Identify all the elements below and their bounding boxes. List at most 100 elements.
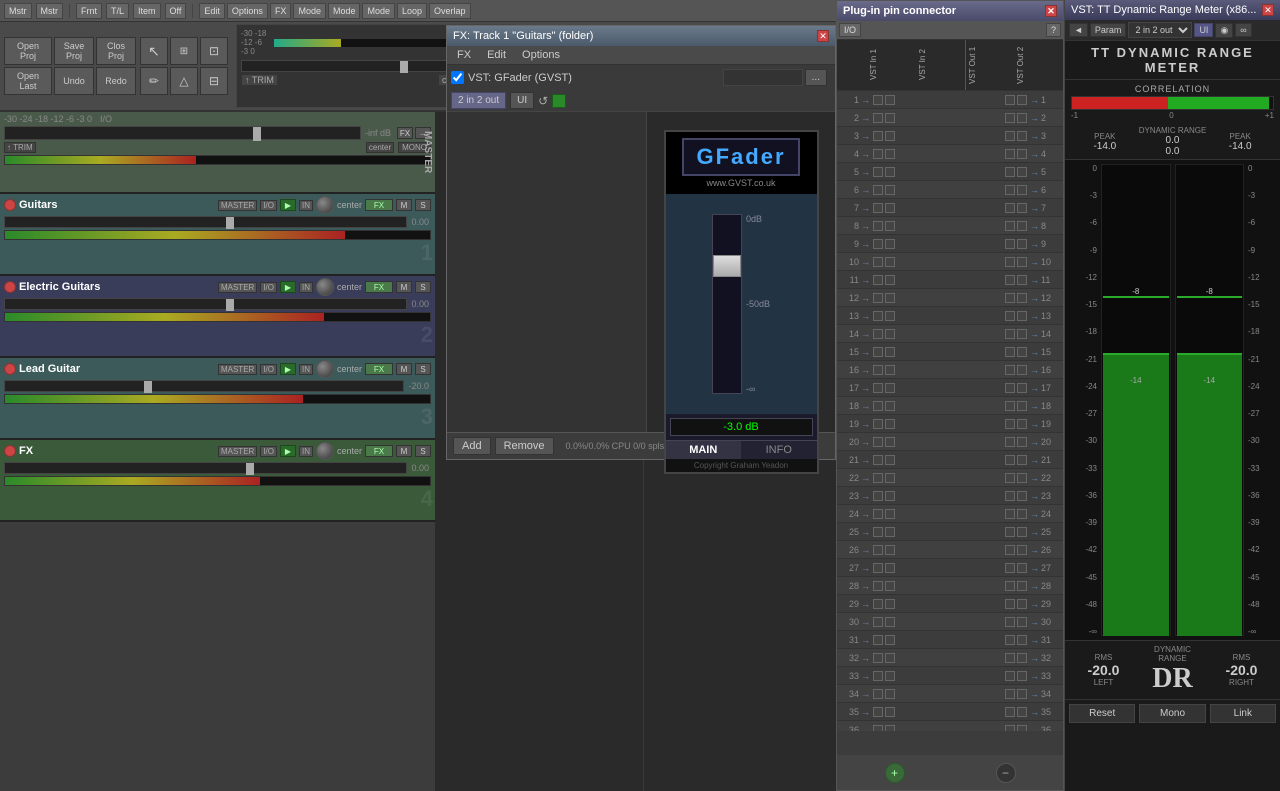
fx-window-close-btn[interactable]: ✕ (817, 30, 829, 42)
pin-dot-right1[interactable] (1005, 131, 1015, 141)
pin-dot-left2[interactable] (885, 545, 895, 555)
off-btn[interactable]: Off (165, 3, 187, 19)
pin-dot-left1[interactable] (873, 437, 883, 447)
pin-dot-right2[interactable] (1017, 599, 1027, 609)
electric-power-btn[interactable] (4, 281, 16, 293)
guitars-play-btn[interactable]: ▶ (280, 199, 296, 211)
fx-add-btn[interactable]: Add (453, 437, 491, 455)
pin-dot-left2[interactable] (885, 221, 895, 231)
pin-dot-left1[interactable] (873, 599, 883, 609)
pin-dot-right1[interactable] (1005, 581, 1015, 591)
pin-dot-right1[interactable] (1005, 491, 1015, 501)
pin-dot-right2[interactable] (1017, 419, 1027, 429)
pin-dot-left2[interactable] (885, 365, 895, 375)
pin-dot-left1[interactable] (873, 563, 883, 573)
pin-dot-left2[interactable] (885, 185, 895, 195)
repeat-tool[interactable]: ⊟ (200, 67, 228, 95)
lead-fader[interactable] (4, 380, 404, 392)
lead-fx-btn[interactable]: FX (365, 363, 393, 375)
pin-dot-left2[interactable] (885, 131, 895, 141)
lead-s-btn[interactable]: S (415, 363, 431, 375)
pin-dot-right2[interactable] (1017, 455, 1027, 465)
pin-dot-left2[interactable] (885, 653, 895, 663)
pin-dot-left2[interactable] (885, 707, 895, 717)
pin-dot-left2[interactable] (885, 455, 895, 465)
dr-mono-icon-btn[interactable]: ◉ (1215, 23, 1233, 38)
pin-dot-left1[interactable] (873, 221, 883, 231)
pin-dot-left1[interactable] (873, 275, 883, 285)
pin-dot-left1[interactable] (873, 545, 883, 555)
pin-dot-left2[interactable] (885, 491, 895, 501)
frnt-btn[interactable]: Frnt (76, 3, 102, 19)
pin-dot-left1[interactable] (873, 113, 883, 123)
pin-dot-right1[interactable] (1005, 275, 1015, 285)
pin-minus-btn[interactable]: − (996, 763, 1016, 783)
pin-dot-left2[interactable] (885, 167, 895, 177)
pin-dot-right1[interactable] (1005, 113, 1015, 123)
guitars-fader-thumb[interactable] (226, 217, 234, 229)
pin-dot-left1[interactable] (873, 689, 883, 699)
pin-dot-right2[interactable] (1017, 653, 1027, 663)
open-proj-btn[interactable]: OpenProj (4, 37, 52, 65)
pin-dot-left2[interactable] (885, 257, 895, 267)
loop-btn[interactable]: Loop (397, 3, 427, 19)
pin-dot-left1[interactable] (873, 131, 883, 141)
pin-dot-right2[interactable] (1017, 725, 1027, 732)
item-btn[interactable]: Item (133, 3, 161, 19)
electric-fader[interactable] (4, 298, 407, 310)
guitars-power-btn[interactable] (4, 199, 16, 211)
guitars-fx-btn[interactable]: FX (365, 199, 393, 211)
pin-dot-left2[interactable] (885, 113, 895, 123)
redo-btn[interactable]: Redo (96, 67, 136, 95)
edit-btn[interactable]: Edit (199, 3, 225, 19)
pin-dot-right1[interactable] (1005, 689, 1015, 699)
pin-dot-left2[interactable] (885, 725, 895, 732)
pin-dot-right2[interactable] (1017, 311, 1027, 321)
pin-dot-right1[interactable] (1005, 365, 1015, 375)
pin-dot-left1[interactable] (873, 149, 883, 159)
plugin-dots-btn[interactable]: ... (805, 69, 827, 86)
pin-dot-right1[interactable] (1005, 167, 1015, 177)
pin-dot-right1[interactable] (1005, 347, 1015, 357)
pin-dot-left1[interactable] (873, 527, 883, 537)
guitars-m-btn[interactable]: M (396, 199, 412, 211)
fx-io-badge[interactable]: I/O (260, 446, 277, 457)
pin-dot-left2[interactable] (885, 383, 895, 393)
dr-meter-close[interactable]: ✕ (1262, 4, 1274, 16)
pin-dot-right2[interactable] (1017, 329, 1027, 339)
trim-tool[interactable]: △ (170, 67, 198, 95)
save-proj-btn[interactable]: SaveProj (54, 37, 94, 65)
mstr-btn2[interactable]: Mstr (36, 3, 64, 19)
pin-dot-right2[interactable] (1017, 221, 1027, 231)
pin-dot-right2[interactable] (1017, 239, 1027, 249)
pin-dot-right1[interactable] (1005, 671, 1015, 681)
plugin-active-indicator[interactable] (552, 94, 566, 108)
pin-dot-left2[interactable] (885, 437, 895, 447)
pin-dot-right1[interactable] (1005, 311, 1015, 321)
gfader-handle[interactable] (713, 255, 741, 277)
pin-dot-right2[interactable] (1017, 707, 1027, 717)
pin-dot-left2[interactable] (885, 95, 895, 105)
pin-dot-left2[interactable] (885, 311, 895, 321)
pin-dot-right2[interactable] (1017, 203, 1027, 213)
dr-mono-btn[interactable]: Mono (1139, 704, 1205, 723)
dr-reset-btn[interactable]: Reset (1069, 704, 1135, 723)
pin-dot-left1[interactable] (873, 347, 883, 357)
pin-dot-left1[interactable] (873, 383, 883, 393)
pin-dot-left1[interactable] (873, 311, 883, 321)
pin-dot-right1[interactable] (1005, 653, 1015, 663)
master-fader-track[interactable] (241, 60, 469, 72)
plugin-enable-checkbox[interactable] (451, 71, 464, 84)
mode-btn3[interactable]: Mode (362, 3, 395, 19)
pin-dot-left2[interactable] (885, 239, 895, 249)
pin-dot-left1[interactable] (873, 95, 883, 105)
pin-dot-right1[interactable] (1005, 509, 1015, 519)
pin-connector-close[interactable]: ✕ (1045, 5, 1057, 17)
pin-dot-left1[interactable] (873, 725, 883, 732)
lead-fader-thumb[interactable] (144, 381, 152, 393)
lead-pan-knob[interactable] (316, 360, 334, 378)
pin-dot-right2[interactable] (1017, 473, 1027, 483)
pin-dot-left1[interactable] (873, 473, 883, 483)
dr-param-btn[interactable]: Param (1090, 23, 1127, 37)
gfader-main-tab[interactable]: MAIN (666, 441, 742, 459)
